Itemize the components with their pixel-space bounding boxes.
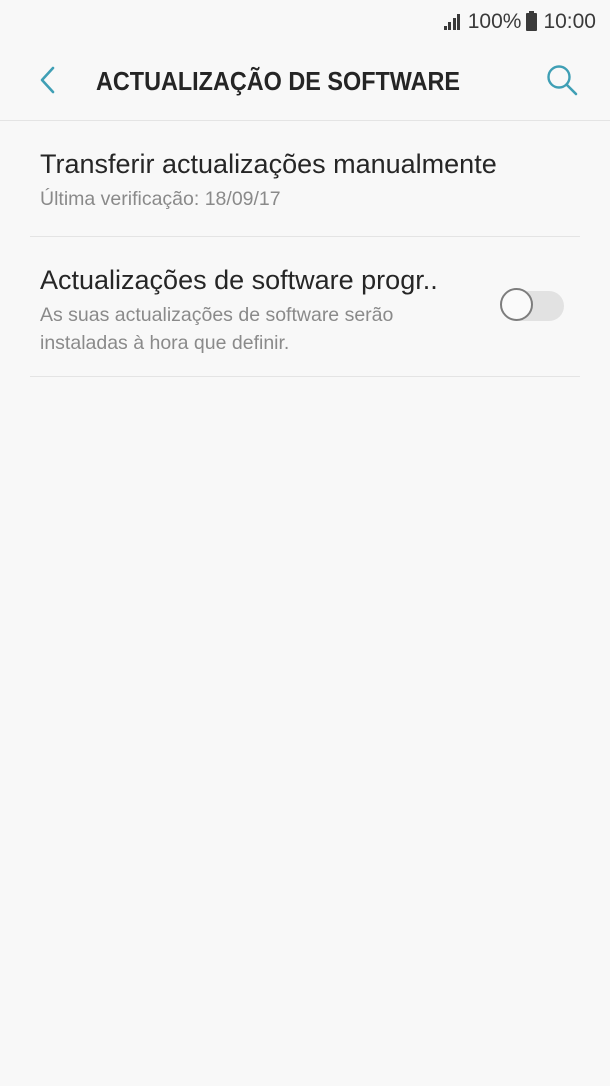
app-header: ACTUALIZAÇÃO DE SOFTWARE — [0, 44, 610, 121]
manual-download-updates-item[interactable]: Transferir actualizações manualmente Últ… — [30, 121, 580, 237]
toggle-knob — [500, 288, 533, 321]
item-title: Transferir actualizações manualmente — [40, 149, 497, 179]
clock: 10:00 — [543, 10, 596, 33]
item-subtitle: As suas actualizações de software serão … — [40, 304, 394, 354]
signal-icon — [443, 14, 462, 30]
settings-list: Transferir actualizações manualmente Últ… — [0, 121, 610, 377]
item-title: Actualizações de software progr.. — [40, 265, 438, 295]
status-bar: 100% 10:00 — [0, 0, 610, 44]
item-subtitle: Última verificação: 18/09/17 — [40, 188, 281, 210]
scheduled-updates-item[interactable]: Actualizações de software progr.. As sua… — [30, 237, 580, 377]
page-title: ACTUALIZAÇÃO DE SOFTWARE — [96, 66, 460, 96]
search-icon — [547, 65, 578, 96]
search-button[interactable] — [542, 60, 582, 100]
battery-percentage: 100% — [467, 10, 522, 33]
scheduled-updates-toggle[interactable] — [500, 288, 564, 321]
battery-icon — [526, 11, 538, 31]
chevron-left-icon — [40, 66, 55, 94]
status-indicators: 100% 10:00 — [443, 8, 596, 36]
back-button[interactable] — [28, 60, 68, 100]
